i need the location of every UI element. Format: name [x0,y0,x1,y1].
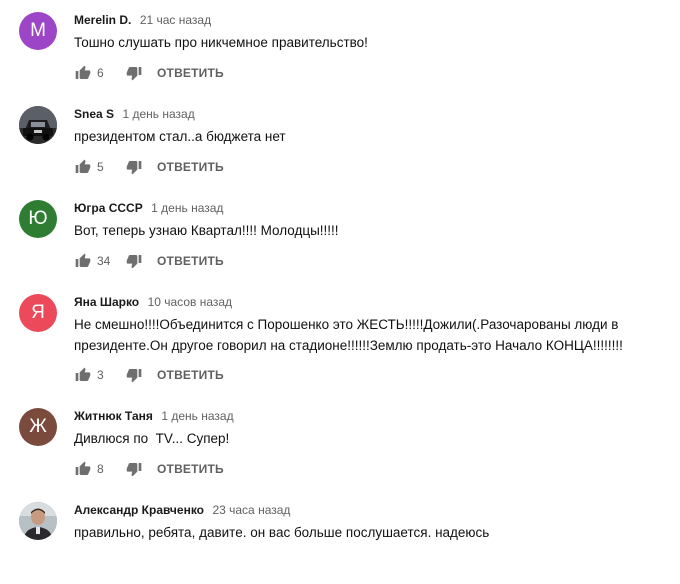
avatar[interactable]: M [19,12,57,50]
thumb-up-icon[interactable] [74,460,92,478]
comment-actions: 8 ОТВЕТИТЬ [74,459,224,479]
comment-item: Ю Югра СССР 1 день назад Вот, теперь узн… [0,200,680,280]
comment-header: Яна Шарко 10 часов назад [74,294,232,310]
author-name[interactable]: Югра СССР [74,201,143,215]
thumb-up-icon[interactable] [74,158,92,176]
author-name[interactable]: Житнюк Таня [74,409,153,423]
comment-actions: 5 ОТВЕТИТЬ [74,157,224,177]
comment-item: Александр Кравченко 23 часа назад правил… [0,502,680,572]
comment-header: Житнюк Таня 1 день назад [74,408,234,424]
comment-actions: 6 ОТВЕТИТЬ [74,63,224,83]
avatar-letter: M [30,20,46,41]
comment-text: Не смешно!!!!Объединится с Порошенко это… [74,314,674,356]
author-name[interactable]: Merelin D. [74,13,131,27]
comment-time[interactable]: 10 часов назад [148,295,232,309]
avatar-letter: Ж [29,416,47,437]
comment-time[interactable]: 1 день назад [122,107,194,121]
avatar[interactable]: Ж [19,408,57,446]
comment-actions: 34 ОТВЕТИТЬ [74,251,224,271]
comment-text-line: Не смешно!!!!Объединится с Порошенко это… [74,317,619,332]
comment-text: президентом стал..а бюджета нет [74,129,286,144]
avatar[interactable] [19,106,57,144]
comment-item: Ж Житнюк Таня 1 день назад Дивлюся по TV… [0,408,680,488]
comments-list: M Merelin D. 21 час назад Тошно слушать … [0,0,680,584]
comment-item: Я Яна Шарко 10 часов назад Не смешно!!!!… [0,294,680,394]
comment-text-line: президенте.Он другое говорил на стадионе… [74,338,623,353]
comment-header: Югра СССР 1 день назад [74,200,223,216]
avatar[interactable]: Ю [19,200,57,238]
thumb-up-icon[interactable] [74,64,92,82]
thumb-down-icon[interactable] [125,252,143,270]
reply-button[interactable]: ОТВЕТИТЬ [157,254,224,268]
avatar[interactable] [19,502,57,540]
comment-text: Дивлюся по TV... Супер! [74,431,230,446]
comment-text: правильно, ребята, давите. он вас больше… [74,525,490,540]
comment-time[interactable]: 1 день назад [151,201,223,215]
author-name[interactable]: Snea S [74,107,114,121]
comment-time[interactable]: 1 день назад [161,409,233,423]
car-photo-icon [19,106,57,144]
comment-header: Александр Кравченко 23 часа назад [74,502,290,518]
author-name[interactable]: Александр Кравченко [74,503,204,517]
comment-item: M Merelin D. 21 час назад Тошно слушать … [0,12,680,92]
like-count: 34 [97,254,111,268]
thumb-up-icon[interactable] [74,366,92,384]
like-count: 5 [97,160,104,174]
comment-time[interactable]: 23 часа назад [212,503,290,517]
thumb-down-icon[interactable] [125,158,143,176]
thumb-up-icon[interactable] [74,252,92,270]
avatar[interactable]: Я [19,294,57,332]
like-count: 8 [97,462,104,476]
comment-item: Snea S 1 день назад президентом стал..а … [0,106,680,186]
comment-time[interactable]: 21 час назад [140,13,211,27]
thumb-down-icon[interactable] [125,366,143,384]
author-name[interactable]: Яна Шарко [74,295,139,309]
like-count: 6 [97,66,104,80]
reply-button[interactable]: ОТВЕТИТЬ [157,368,224,382]
comment-text: Вот, теперь узнаю Квартал!!!! Молодцы!!!… [74,223,339,238]
reply-button[interactable]: ОТВЕТИТЬ [157,66,224,80]
person-photo-icon [19,502,57,540]
thumb-down-icon[interactable] [125,64,143,82]
comment-text: Тошно слушать про никчемное правительств… [74,35,368,50]
avatar-letter: Я [31,302,45,323]
like-count: 3 [97,368,104,382]
reply-button[interactable]: ОТВЕТИТЬ [157,462,224,476]
comment-actions: 3 ОТВЕТИТЬ [74,365,224,385]
comment-header: Merelin D. 21 час назад [74,12,211,28]
avatar-letter: Ю [28,208,48,229]
thumb-down-icon[interactable] [125,460,143,478]
reply-button[interactable]: ОТВЕТИТЬ [157,160,224,174]
comment-header: Snea S 1 день назад [74,106,195,122]
